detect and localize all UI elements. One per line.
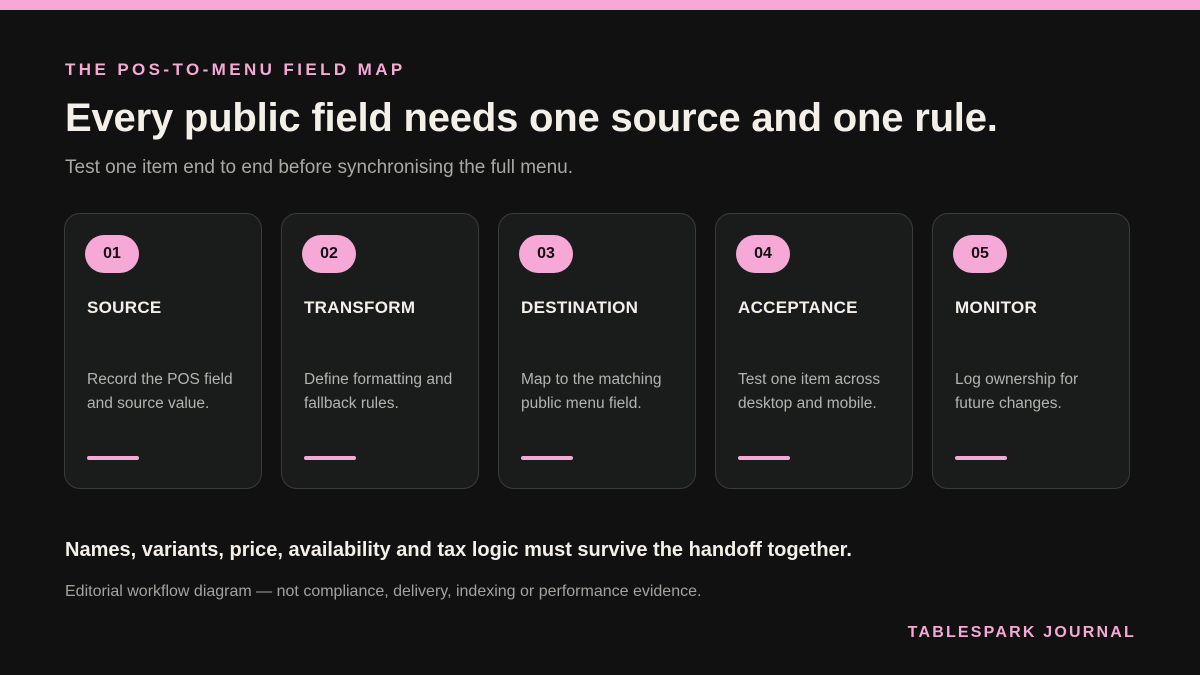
- step-title: SOURCE: [87, 298, 162, 317]
- step-description: Log ownership for future changes.: [955, 371, 1079, 412]
- step-description: Map to the matching public menu field.: [521, 371, 662, 412]
- step-number-badge: 01: [85, 235, 139, 273]
- disclaimer-note: Editorial workflow diagram — not complia…: [65, 583, 702, 600]
- step-card-acceptance: 04 ACCEPTANCE Test one item across deskt…: [715, 213, 913, 489]
- step-number-badge: 03: [519, 235, 573, 273]
- page-subtitle: Test one item end to end before synchron…: [65, 157, 574, 178]
- workflow-steps: 01 SOURCE Record the POS field and sourc…: [64, 213, 1134, 491]
- step-description: Define formatting and fallback rules.: [304, 371, 453, 412]
- step-description: Test one item across desktop and mobile.: [738, 371, 881, 412]
- step-card-transform: 02 TRANSFORM Define formatting and fallb…: [281, 213, 479, 489]
- step-number-badge: 02: [302, 235, 356, 273]
- step-title: ACCEPTANCE: [738, 298, 858, 317]
- step-card-source: 01 SOURCE Record the POS field and sourc…: [64, 213, 262, 489]
- step-card-monitor: 05 MONITOR Log ownership for future chan…: [932, 213, 1130, 489]
- step-accent-line: [521, 456, 573, 460]
- step-title: TRANSFORM: [304, 298, 416, 317]
- step-number-badge: 05: [953, 235, 1007, 273]
- key-takeaway: Names, variants, price, availability and…: [65, 539, 852, 561]
- step-title: MONITOR: [955, 298, 1038, 317]
- brand-wordmark: TABLESPARK JOURNAL: [907, 624, 1136, 641]
- step-number-badge: 04: [736, 235, 790, 273]
- page-title: Every public field needs one source and …: [65, 96, 998, 140]
- step-description: Record the POS field and source value.: [87, 371, 233, 412]
- step-accent-line: [738, 456, 790, 460]
- step-accent-line: [304, 456, 356, 460]
- step-card-destination: 03 DESTINATION Map to the matching publi…: [498, 213, 696, 489]
- step-accent-line: [87, 456, 139, 460]
- step-accent-line: [955, 456, 1007, 460]
- step-title: DESTINATION: [521, 298, 639, 317]
- top-accent-bar: [0, 0, 1200, 10]
- eyebrow-label: THE POS-TO-MENU FIELD MAP: [65, 60, 406, 79]
